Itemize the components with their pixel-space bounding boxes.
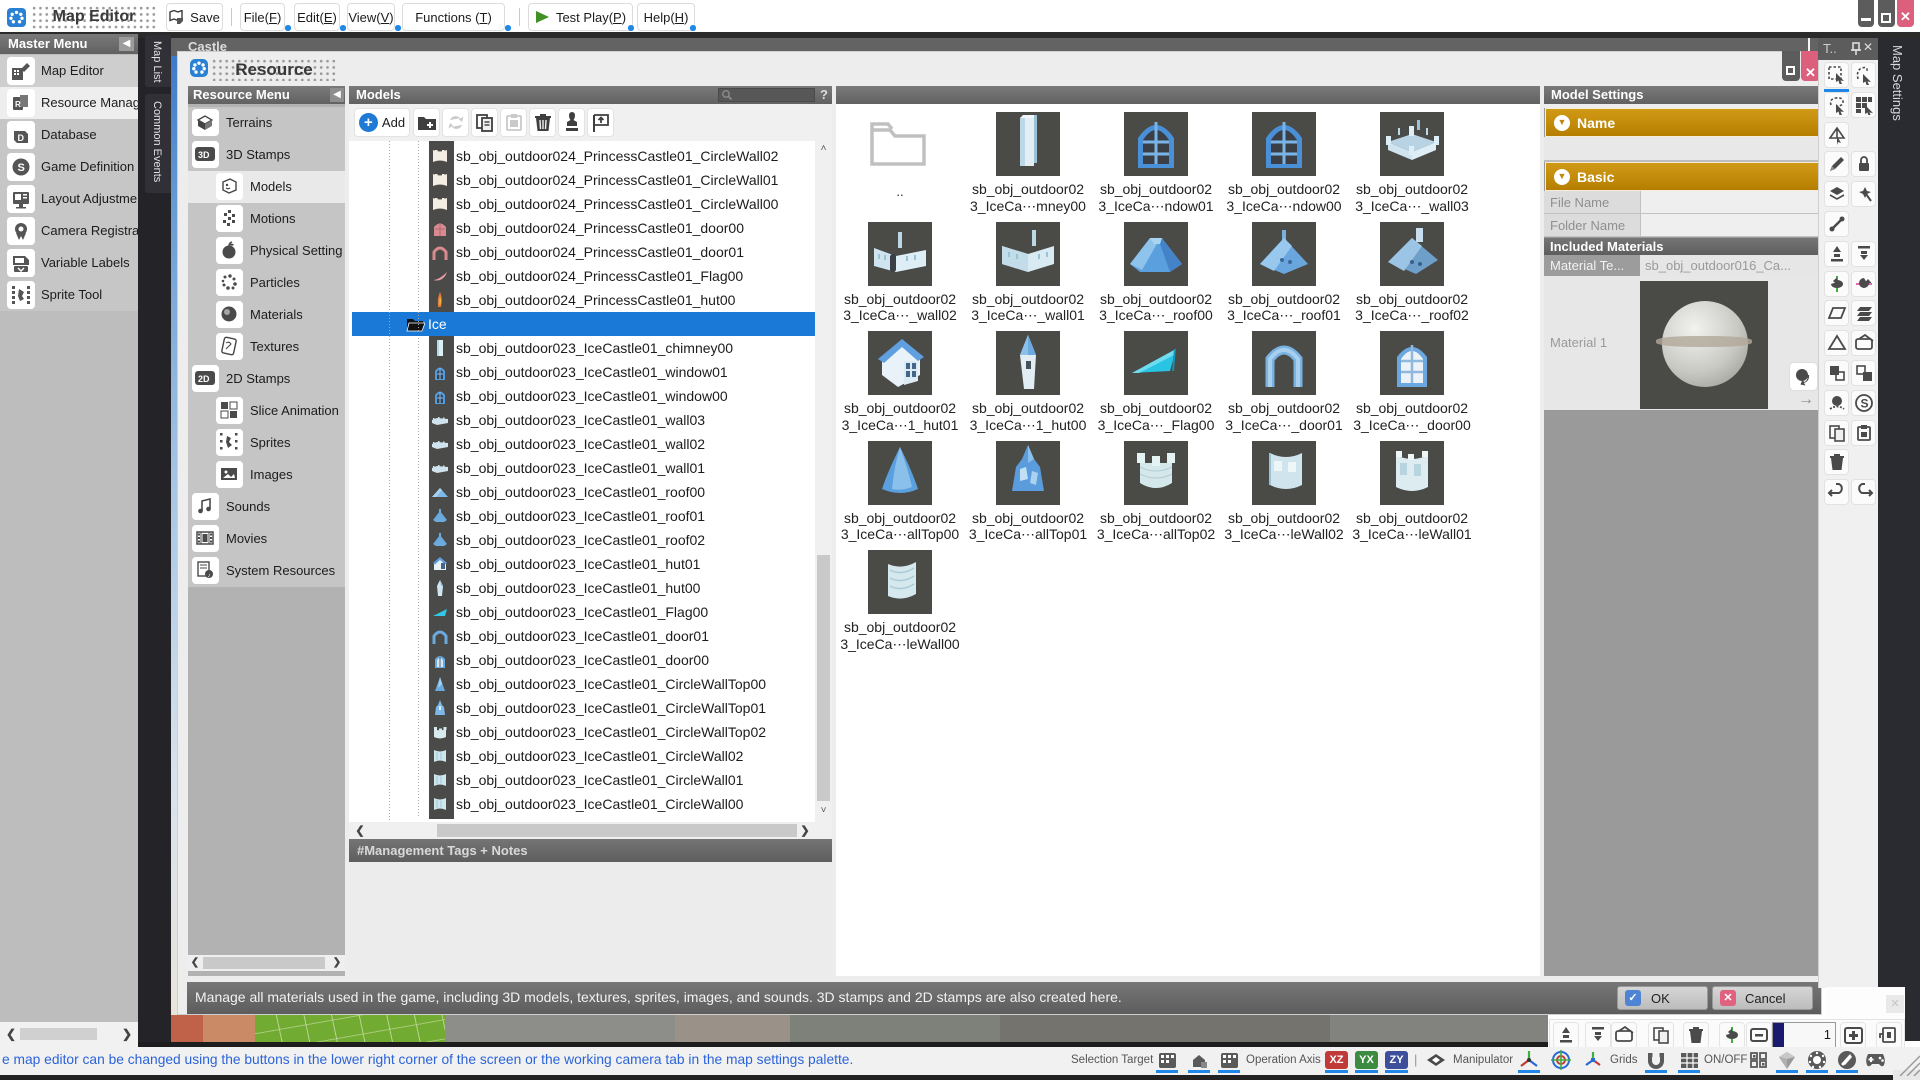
svg-text:S: S <box>18 162 25 174</box>
svg-text:D: D <box>18 133 25 143</box>
svg-text:2D: 2D <box>198 374 210 384</box>
svg-text:R: R <box>15 100 21 109</box>
svg-text:S: S <box>1860 396 1868 410</box>
svg-text:♪: ♪ <box>208 573 211 579</box>
svg-text:3D: 3D <box>198 150 210 160</box>
